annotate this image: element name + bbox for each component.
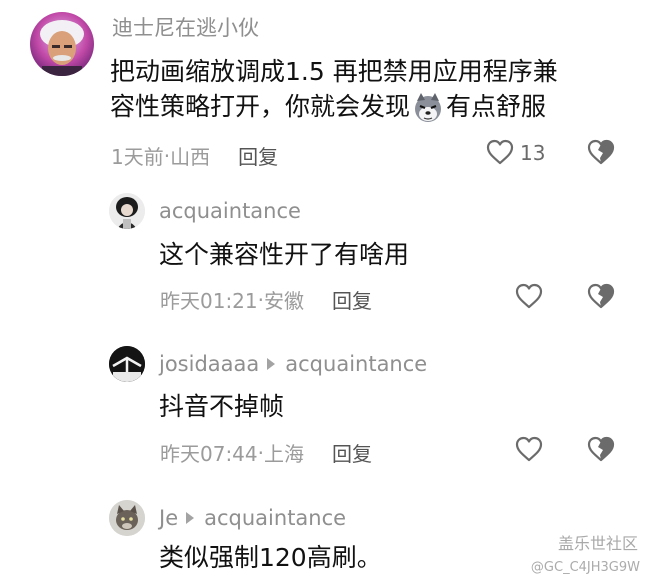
avatar-portrait-icon	[30, 12, 94, 76]
location: 山西	[170, 145, 211, 169]
username-text: josidaaaa	[159, 352, 260, 376]
comment-text: 这个兼容性开了有啥用	[159, 240, 410, 269]
comment-text: 类似强制120高刷。	[159, 543, 382, 572]
like-count: 13	[520, 141, 546, 165]
comment-3-text: 抖音不掉帧	[159, 387, 284, 427]
timestamp: 1天前	[111, 145, 164, 169]
comment-1-text-line1: 把动画缩放调成1.5 再把禁用应用程序兼	[110, 52, 558, 92]
username-text: 迪士尼在逃小伙	[112, 16, 259, 40]
heart-outline-icon	[486, 139, 514, 165]
dislike-button[interactable]	[586, 435, 616, 463]
location: 上海	[264, 442, 304, 466]
comment-4-text: 类似强制120高刷。	[159, 538, 382, 578]
husky-emoji-icon	[412, 92, 444, 124]
dislike-button[interactable]	[586, 282, 616, 310]
broken-heart-icon	[587, 283, 615, 309]
comment-text: 容性策略打开，你就会发现	[110, 92, 411, 121]
username-text: Je	[159, 506, 179, 530]
comment-2-text: 这个兼容性开了有啥用	[159, 235, 409, 275]
avatar-figure-icon	[109, 193, 145, 229]
reply-arrow-icon	[267, 358, 276, 370]
reply-arrow-icon	[186, 512, 195, 524]
comment-2-username[interactable]: acquaintance	[159, 199, 301, 223]
heart-outline-icon	[515, 283, 543, 309]
broken-heart-icon	[587, 139, 615, 165]
timestamp: 昨天07:44	[160, 442, 258, 466]
comment-4-username[interactable]: Je acquaintance	[159, 506, 346, 530]
timestamp: 昨天01:21	[160, 289, 258, 313]
comment-3-username[interactable]: josidaaaa acquaintance	[159, 352, 427, 376]
comment-1-meta: 1天前 · 山西 回复	[111, 141, 278, 170]
avatar-comment-2[interactable]	[109, 193, 145, 229]
dislike-button[interactable]	[586, 138, 616, 166]
comment-text: 把动画缩放调成1.5 再把禁用应用程序兼	[110, 57, 558, 86]
reply-button[interactable]: 回复	[332, 285, 372, 314]
username-text: acquaintance	[159, 199, 301, 223]
avatar-cat-icon	[109, 500, 145, 536]
location: 安徽	[264, 289, 304, 313]
broken-heart-icon	[587, 436, 615, 462]
like-button[interactable]	[485, 138, 515, 166]
comment-2-meta: 昨天01:21 · 安徽 回复	[160, 285, 372, 314]
comment-text: 抖音不掉帧	[159, 392, 285, 421]
comment-1-username[interactable]: 迪士尼在逃小伙	[112, 12, 259, 42]
like-button[interactable]	[514, 435, 544, 463]
comment-1-text-line2: 容性策略打开，你就会发现 有点舒服	[110, 87, 546, 127]
avatar-comment-3[interactable]	[109, 346, 145, 382]
watermark-id: @GC_C4JH3G9W	[530, 560, 640, 575]
reply-button[interactable]: 回复	[332, 438, 372, 467]
heart-outline-icon	[515, 436, 543, 462]
avatar-logo-icon	[109, 346, 145, 382]
comment-text: 有点舒服	[446, 92, 547, 121]
comment-3-meta: 昨天07:44 · 上海 回复	[160, 438, 372, 467]
like-button[interactable]	[514, 282, 544, 310]
reply-to-username[interactable]: acquaintance	[204, 506, 346, 530]
avatar-comment-4[interactable]	[109, 500, 145, 536]
reply-to-username[interactable]: acquaintance	[285, 352, 427, 376]
watermark-logo: 盖乐世社区	[557, 534, 638, 553]
reply-button[interactable]: 回复	[238, 141, 278, 170]
avatar-comment-1[interactable]	[30, 12, 94, 76]
